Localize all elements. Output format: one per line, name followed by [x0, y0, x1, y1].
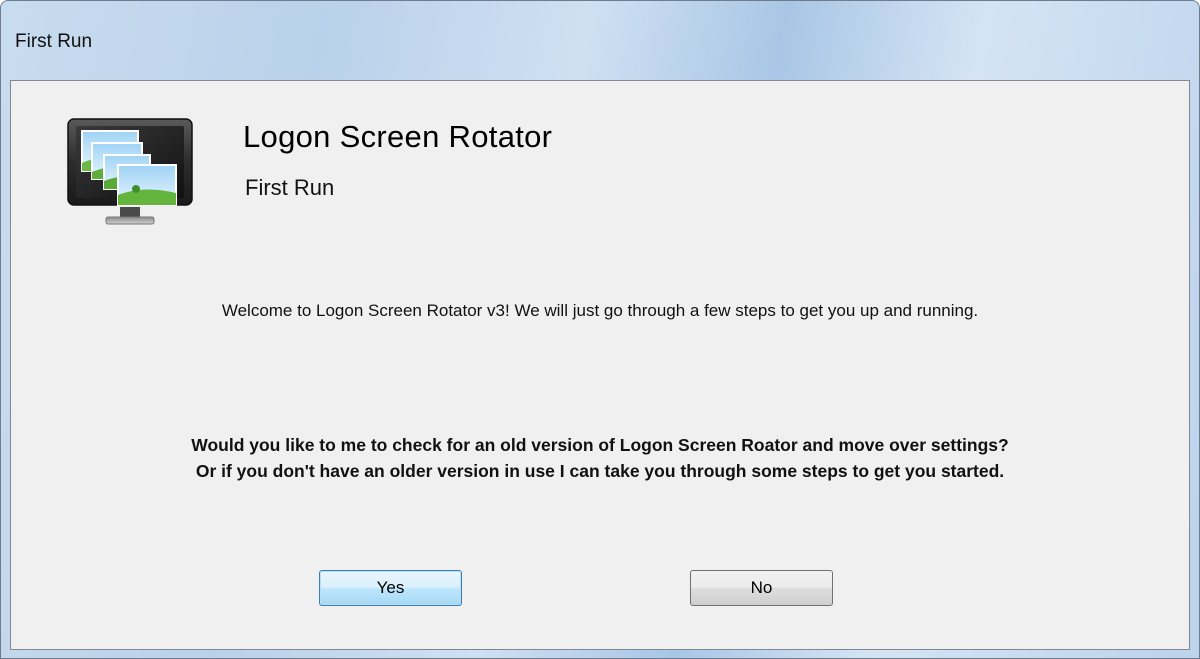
window-title: First Run — [15, 31, 93, 52]
question-line-1: Would you like to me to check for an old… — [191, 435, 1009, 455]
question-text: Would you like to me to check for an old… — [11, 432, 1189, 484]
dialog-window: First Run Logon Screen Rotator First Run… — [0, 0, 1200, 659]
title-bar[interactable]: First Run — [1, 1, 1199, 79]
monitor-with-pictures-icon — [67, 118, 193, 225]
dialog-content: Logon Screen Rotator First Run Welcome t… — [10, 80, 1190, 650]
no-button[interactable]: No — [690, 570, 833, 606]
app-title: Logon Screen Rotator — [243, 119, 553, 154]
yes-button[interactable]: Yes — [319, 570, 462, 606]
question-line-2: Or if you don't have an older version in… — [195, 461, 1005, 481]
page-subtitle: First Run — [245, 175, 335, 200]
welcome-message: Welcome to Logon Screen Rotator v3! We w… — [221, 301, 979, 320]
